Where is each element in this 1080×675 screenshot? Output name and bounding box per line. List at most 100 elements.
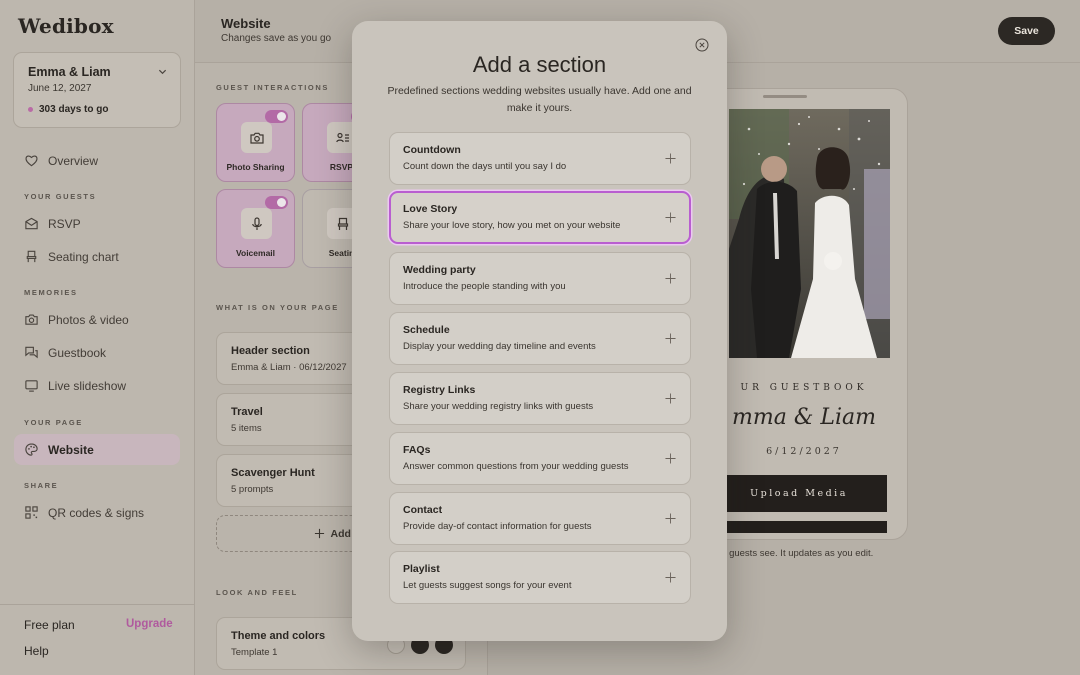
sidebar-item-label: Photos & video: [48, 312, 129, 327]
sidebar-item-slideshow[interactable]: Live slideshow: [14, 370, 180, 401]
page-section-title: Travel: [231, 406, 263, 418]
plus-icon: [665, 153, 676, 164]
nav-section-guests: YOUR GUESTS: [24, 192, 97, 201]
section-option-playlist[interactable]: Playlist Let guests suggest songs for yo…: [389, 551, 691, 604]
plus-icon: [665, 513, 676, 524]
sidebar-item-seating[interactable]: Seating chart: [14, 241, 180, 272]
option-title: FAQs: [403, 444, 431, 456]
section-option-schedule[interactable]: Schedule Display your wedding day timeli…: [389, 312, 691, 365]
section-option-contact[interactable]: Contact Provide day-of contact informati…: [389, 492, 691, 545]
tile-label: Voicemail: [235, 248, 276, 258]
event-name: Emma & Liam: [28, 65, 111, 79]
section-option-wedding-party[interactable]: Wedding party Introduce the people stand…: [389, 252, 691, 305]
sidebar-item-label: RSVP: [48, 216, 81, 231]
plus-icon: [665, 393, 676, 404]
option-title: Contact: [403, 504, 443, 516]
option-description: Share your wedding registry links with g…: [403, 401, 594, 412]
preview-guestbook-label: UR GUESTBOOK: [740, 383, 868, 393]
option-title: Countdown: [403, 144, 461, 156]
page-subtitle: Changes save as you go: [221, 33, 332, 44]
nav-section-memories: MEMORIES: [24, 288, 78, 297]
close-icon[interactable]: [695, 38, 709, 52]
option-title: Registry Links: [403, 384, 476, 396]
help-link[interactable]: Help: [24, 644, 49, 658]
option-description: Count down the days until you say I do: [403, 161, 567, 172]
theme-title: Theme and colors: [231, 630, 326, 642]
app-logo[interactable]: Wedibox: [18, 14, 114, 38]
sidebar-item-overview[interactable]: Overview: [14, 145, 180, 176]
phone-notch: [763, 95, 807, 98]
nav-section-page: YOUR PAGE: [24, 418, 83, 427]
chevron-down-icon: [158, 69, 167, 75]
option-description: Let guests suggest songs for your event: [403, 580, 572, 591]
preview-upload-button[interactable]: Upload Media: [711, 475, 887, 512]
preview-secondary-button: [711, 521, 887, 533]
chair-icon: [26, 250, 37, 263]
sidebar: Wedibox Emma & Liam June 12, 2027 303 da…: [0, 0, 195, 675]
sidebar-item-website[interactable]: Website: [14, 434, 180, 465]
option-title: Playlist: [403, 563, 440, 575]
page-section-subtitle: 5 prompts: [231, 484, 274, 495]
sidebar-item-qr[interactable]: QR codes & signs: [14, 497, 180, 528]
section-option-registry[interactable]: Registry Links Share your wedding regist…: [389, 372, 691, 425]
option-description: Provide day-of contact information for g…: [403, 521, 592, 532]
modal-description: Predefined sections wedding websites usu…: [387, 85, 692, 114]
voicemail-toggle[interactable]: [265, 196, 288, 209]
tile-photo-sharing[interactable]: Photo Sharing: [216, 103, 295, 182]
section-option-countdown[interactable]: Countdown Count down the days until you …: [389, 132, 691, 185]
palette-icon: [25, 443, 38, 456]
modal-title: Add a section: [472, 52, 607, 77]
save-button[interactable]: Save: [998, 17, 1055, 45]
sidebar-item-label: Live slideshow: [48, 378, 127, 393]
option-title: Love Story: [403, 203, 458, 215]
option-description: Share your love story, how you met on yo…: [403, 220, 621, 231]
section-label-guest-interactions: GUEST INTERACTIONS: [216, 83, 329, 92]
preview-date: 6/12/2027: [766, 446, 842, 457]
plus-icon: [665, 333, 676, 344]
sidebar-item-label: Guestbook: [48, 345, 107, 360]
section-option-faqs[interactable]: FAQs Answer common questions from your w…: [389, 432, 691, 485]
plus-icon: [665, 212, 676, 223]
page-section-subtitle: 5 items: [231, 423, 262, 434]
page-section-title: Scavenger Hunt: [231, 467, 315, 479]
section-option-love-story[interactable]: Love Story Share your love story, how yo…: [389, 191, 691, 244]
option-description: Answer common questions from your weddin…: [403, 461, 629, 472]
sidebar-footer-divider: [0, 604, 195, 605]
chat-bubbles-icon: [25, 346, 38, 359]
sidebar-item-rsvp[interactable]: RSVP: [14, 208, 180, 239]
sidebar-item-label: Website: [48, 442, 94, 457]
sidebar-item-label: Overview: [48, 153, 99, 168]
sidebar-item-label: Seating chart: [48, 249, 119, 264]
option-title: Wedding party: [403, 264, 476, 276]
monitor-icon: [25, 380, 38, 392]
tile-voicemail[interactable]: Voicemail: [216, 189, 295, 268]
tile-label: Photo Sharing: [226, 162, 285, 172]
upgrade-link[interactable]: Upgrade: [126, 618, 173, 630]
sidebar-item-guestbook[interactable]: Guestbook: [14, 337, 180, 368]
countdown-dot: [28, 107, 33, 112]
option-description: Introduce the people standing with you: [403, 281, 566, 292]
plus-icon: [314, 528, 324, 539]
preview-couple-name: mma & Liam: [731, 405, 877, 430]
website-preview: UR GUESTBOOK mma & Liam 6/12/2027 Upload…: [700, 88, 908, 540]
preview-note: ur guests see. It updates as you edit.: [718, 548, 874, 559]
option-description: Display your wedding day timeline and ev…: [403, 341, 596, 352]
couple-photo: [729, 109, 890, 358]
page-section-subtitle: Emma & Liam · 06/12/2027: [231, 362, 347, 373]
qr-code-icon: [25, 506, 38, 519]
event-countdown: 303 days to go: [39, 104, 109, 115]
event-date: June 12, 2027: [28, 83, 92, 94]
option-title: Schedule: [403, 324, 450, 336]
camera-icon: [241, 122, 272, 153]
section-label-look: LOOK AND FEEL: [216, 588, 298, 597]
heart-icon: [25, 155, 38, 167]
sidebar-item-photos[interactable]: Photos & video: [14, 304, 180, 335]
theme-subtitle: Template 1: [231, 647, 278, 658]
plus-icon: [665, 572, 676, 583]
sidebar-item-label: QR codes & signs: [48, 505, 145, 520]
plus-icon: [665, 273, 676, 284]
plus-icon: [665, 453, 676, 464]
photo-sharing-toggle[interactable]: [265, 110, 288, 123]
event-switcher[interactable]: Emma & Liam June 12, 2027 303 days to go: [13, 52, 181, 128]
section-label-page: WHAT IS ON YOUR PAGE: [216, 303, 339, 312]
